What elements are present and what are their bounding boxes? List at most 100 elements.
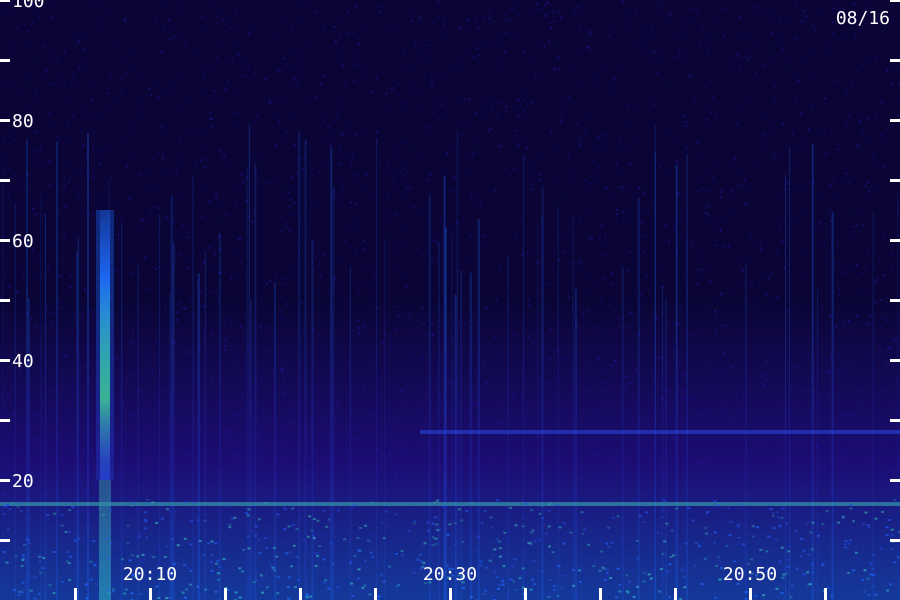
- noise-dot: [577, 138, 580, 141]
- noise-dot: [169, 38, 172, 40]
- noise-dot: [477, 27, 480, 30]
- noise-dot: [706, 142, 709, 145]
- noise-dot: [70, 80, 73, 83]
- noise-dot: [572, 63, 575, 66]
- noise-dot: [128, 68, 131, 71]
- noise-dot: [38, 205, 41, 208]
- noise-dot: [559, 71, 562, 74]
- noise-dot: [31, 99, 34, 102]
- noise-dot: [720, 191, 722, 194]
- noise-dot: [687, 105, 689, 108]
- noise-dot: [875, 57, 878, 60]
- noise-dot: [551, 11, 554, 14]
- noise-dot: [228, 160, 231, 163]
- noise-dot: [746, 200, 749, 203]
- noise-dot: [270, 54, 273, 57]
- noise-dot: [385, 92, 388, 95]
- noise-dot: [117, 233, 120, 236]
- noise-dot: [613, 10, 615, 13]
- noise-dot: [85, 31, 88, 34]
- noise-dot: [466, 30, 469, 33]
- noise-dot: [504, 17, 507, 20]
- noise-dot: [471, 254, 474, 257]
- noise-dot: [284, 282, 287, 285]
- noise-dot: [164, 270, 167, 273]
- noise-dot: [861, 224, 864, 227]
- noise-dot: [372, 284, 375, 287]
- noise-dot: [311, 201, 314, 204]
- noise-dot: [763, 134, 766, 136]
- noise-dot: [425, 126, 428, 129]
- noise-dot: [91, 213, 94, 216]
- noise-dot: [838, 199, 841, 202]
- noise-dot: [38, 16, 40, 19]
- noise-dot: [269, 100, 272, 103]
- noise-dot: [90, 193, 93, 196]
- noise-dot: [200, 183, 203, 186]
- noise-dot: [450, 189, 453, 192]
- noise-dot: [401, 101, 404, 104]
- noise-dot: [896, 67, 899, 70]
- noise-dot: [422, 156, 425, 159]
- noise-dot: [336, 114, 338, 117]
- noise-dot: [220, 206, 223, 209]
- noise-dot: [153, 233, 156, 236]
- noise-dot: [414, 42, 417, 44]
- noise-dot: [794, 4, 797, 7]
- y-tick-label: 60: [12, 231, 34, 252]
- noise-dot: [845, 267, 847, 269]
- noise-dot: [84, 63, 86, 66]
- noise-dot: [626, 23, 629, 26]
- noise-dot: [578, 267, 581, 270]
- noise-dot: [294, 81, 297, 84]
- noise-dot: [35, 213, 37, 216]
- noise-dot: [593, 147, 596, 150]
- noise-dot: [698, 253, 701, 256]
- noise-dot: [469, 234, 472, 237]
- noise-dot: [696, 283, 699, 286]
- noise-dot: [659, 166, 661, 169]
- noise-dot: [642, 49, 645, 52]
- noise-dot: [16, 292, 19, 295]
- noise-dot: [213, 2, 216, 4]
- noise-dot: [293, 201, 296, 204]
- noise-dot: [599, 111, 601, 114]
- noise-dot: [780, 191, 783, 194]
- noise-dot: [638, 187, 641, 189]
- noise-dot: [622, 210, 624, 213]
- noise-dot: [426, 178, 428, 181]
- noise-dot: [234, 29, 237, 32]
- noise-dot: [591, 237, 593, 239]
- noise-dot: [604, 254, 607, 257]
- noise-dot: [523, 110, 526, 113]
- noise-dot: [390, 24, 393, 27]
- noise-dot: [240, 261, 243, 264]
- noise-dot: [67, 123, 70, 126]
- noise-dot: [341, 203, 344, 206]
- noise-dot: [476, 47, 479, 50]
- noise-dot: [745, 202, 748, 205]
- noise-dot: [284, 277, 287, 280]
- noise-dot: [676, 160, 679, 163]
- noise-dot: [198, 51, 201, 54]
- noise-dot: [597, 166, 600, 169]
- noise-dot: [630, 178, 633, 180]
- noise-dot: [92, 83, 95, 86]
- noise-dot: [865, 60, 868, 63]
- noise-dot: [242, 182, 245, 185]
- noise-dot: [713, 162, 716, 165]
- noise-dot: [707, 32, 710, 35]
- noise-dot: [778, 32, 781, 35]
- noise-dot: [360, 184, 363, 187]
- noise-dot: [380, 6, 382, 8]
- noise-dot: [579, 259, 582, 261]
- noise-dot: [431, 111, 434, 114]
- noise-dot: [553, 67, 556, 70]
- noise-dot: [137, 230, 140, 233]
- noise-dot: [399, 245, 401, 248]
- noise-dot: [230, 277, 233, 280]
- x-tick: [824, 588, 827, 600]
- noise-dot: [402, 276, 405, 279]
- noise-dot: [314, 71, 317, 73]
- noise-dot: [611, 282, 614, 285]
